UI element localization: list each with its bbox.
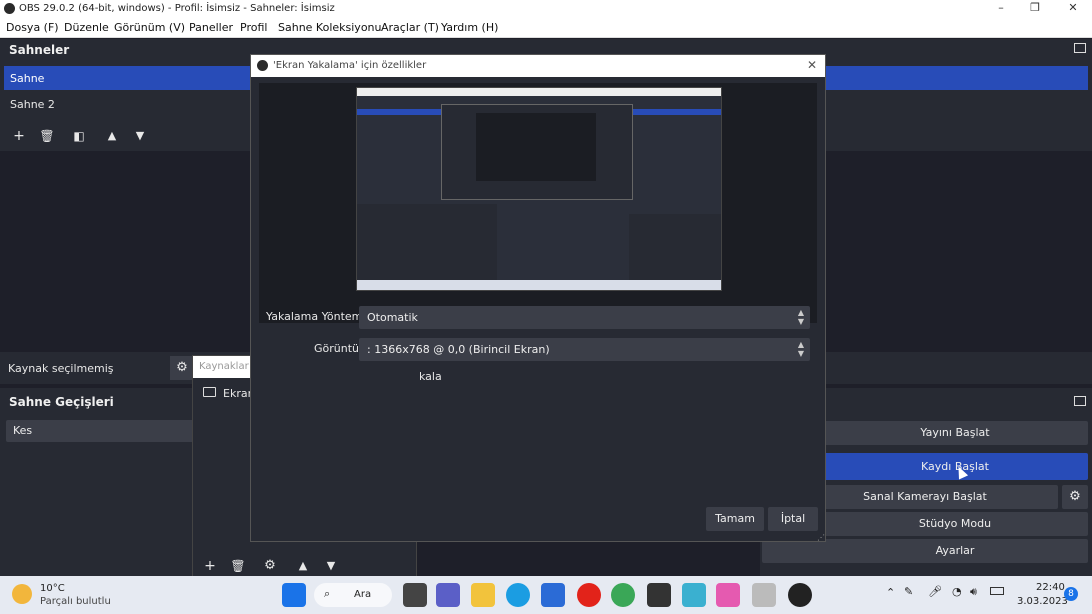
preview-screen (356, 87, 722, 291)
weather-temp[interactable]: 10°C (40, 583, 65, 594)
remove-source-icon[interactable]: 🗑 (225, 556, 251, 576)
edge-icon[interactable] (506, 583, 530, 607)
cancel-button[interactable]: İptal (768, 507, 818, 531)
capture-method-select[interactable]: Otomatik ▲ ▼ (359, 306, 810, 329)
maximize-icon[interactable]: ❐ (1020, 1, 1050, 14)
globe-app-icon[interactable] (682, 583, 706, 607)
store-icon[interactable] (541, 583, 565, 607)
virtual-camera-settings-gear-icon[interactable]: ⚙ (1062, 485, 1088, 509)
capture-cursor-label[interactable]: kala (419, 370, 442, 383)
window-title-bar: OBS 29.0.2 (64-bit, windows) - Profil: İ… (0, 0, 1092, 18)
start-menu-icon[interactable] (282, 583, 306, 607)
display-label: Görüntü (314, 342, 360, 355)
microphone-icon[interactable]: 🎤︎ (928, 585, 942, 598)
settings-label: Ayarlar (935, 544, 975, 557)
studio-mode-label: Stüdyo Modu (918, 517, 992, 530)
obs-logo-icon (4, 3, 15, 14)
tray-chevron-up-icon[interactable]: ⌃ (886, 586, 895, 599)
sources-header: Kaynaklar (199, 361, 249, 372)
window-title: OBS 29.0.2 (64-bit, windows) - Profil: İ… (19, 3, 335, 14)
pen-icon[interactable]: ✎ (904, 585, 913, 598)
scenes-header: Sahneler (9, 43, 70, 57)
source-move-down-icon[interactable]: ▼ (318, 556, 344, 576)
weather-desc[interactable]: Parçalı bulutlu (40, 596, 111, 607)
display-select[interactable]: : 1366x768 @ 0,0 (Birincil Ekran) ▲ ▼ (359, 338, 810, 361)
close-icon[interactable]: ✕ (1058, 1, 1088, 14)
scene-filters-icon[interactable]: ◧ (66, 126, 92, 146)
media-app-icon[interactable] (647, 583, 671, 607)
dialog-close-icon[interactable]: ✕ (807, 58, 817, 72)
preview-taskbar (357, 280, 721, 290)
menu-bar: Dosya (F) Düzenle Görünüm (V) Paneller P… (0, 18, 1092, 38)
search-icon: ⌕ (324, 587, 331, 600)
preview-nested (476, 113, 596, 181)
preview-lower-left (357, 204, 497, 280)
menu-docks[interactable]: Paneller (189, 21, 233, 34)
capture-method-label: Yakalama Yöntemi (266, 310, 366, 323)
transition-value: Kes (13, 424, 33, 437)
display-capture-icon (203, 387, 216, 397)
opera-icon[interactable] (577, 583, 601, 607)
dialog-title: 'Ekran Yakalama' için özellikler (273, 60, 427, 71)
clock-date[interactable]: 3.03.2023 (1017, 596, 1068, 607)
chat-icon[interactable] (436, 583, 460, 607)
clock-time[interactable]: 22:40 (1036, 582, 1065, 593)
minimize-icon[interactable]: – (986, 1, 1016, 14)
task-view-icon[interactable] (403, 583, 427, 607)
scene-item-sahne-2[interactable]: Sahne 2 (4, 92, 250, 116)
notification-badge[interactable]: 8 (1064, 587, 1078, 601)
transitions-header: Sahne Geçişleri (9, 395, 114, 409)
dialog-title-bar: 'Ekran Yakalama' için özellikler ✕ (251, 55, 825, 77)
ok-button[interactable]: Tamam (706, 507, 764, 531)
obs-taskbar-icon[interactable] (788, 583, 812, 607)
wifi-icon[interactable]: ◔ (952, 585, 962, 598)
capture-preview (259, 83, 817, 323)
source-move-up-icon[interactable]: ▲ (290, 556, 316, 576)
volume-icon[interactable]: 🔊︎ (970, 585, 977, 599)
source-properties-icon[interactable]: ⚙ (257, 556, 283, 576)
menu-scene-collection[interactable]: Sahne Koleksiyonu (278, 21, 382, 34)
add-scene-icon[interactable]: + (6, 126, 32, 146)
scene-item-label: Sahne (10, 72, 45, 85)
clock-app-icon[interactable] (752, 583, 776, 607)
menu-view[interactable]: Görünüm (V) (114, 21, 185, 34)
transition-select[interactable]: Kes (6, 420, 194, 442)
menu-edit[interactable]: Düzenle (64, 21, 109, 34)
move-down-icon[interactable]: ▼ (127, 126, 153, 146)
menu-help[interactable]: Yardım (H) (441, 21, 498, 34)
move-up-icon[interactable]: ▲ (99, 126, 125, 146)
chevron-updown-icon: ▲ ▼ (797, 308, 804, 326)
menu-profile[interactable]: Profil (240, 21, 267, 34)
remove-scene-icon[interactable]: 🗑 (34, 126, 60, 146)
weather-icon[interactable] (12, 584, 32, 604)
chevron-updown-icon: ▲ ▼ (797, 340, 804, 358)
no-source-label: Kaynak seçilmemiş (8, 362, 114, 375)
display-value: : 1366x768 @ 0,0 (Birincil Ekran) (367, 343, 550, 356)
properties-dialog: 'Ekran Yakalama' için özellikler ✕ Yakal… (250, 54, 826, 542)
start-vcam-label: Sanal Kamerayı Başlat (863, 490, 987, 503)
source-properties-gear-icon[interactable]: ⚙ (170, 356, 194, 380)
chrome-icon[interactable] (611, 583, 635, 607)
start-stream-label: Yayını Başlat (920, 426, 990, 439)
preview-lower-right (629, 214, 721, 280)
windows-taskbar: 10°C Parçalı bulutlu ⌕ Ara ⌃ ✎ 🎤︎ ◔ 🔊︎ 2… (0, 576, 1092, 614)
preview-dialog (441, 104, 633, 200)
paint-app-icon[interactable] (716, 583, 740, 607)
menu-file[interactable]: Dosya (F) (6, 21, 59, 34)
controls-float-icon[interactable] (1074, 396, 1086, 406)
battery-icon[interactable] (990, 587, 1004, 595)
taskbar-search[interactable]: ⌕ Ara (314, 583, 392, 607)
transitions-dock (0, 388, 192, 576)
preview-menubar (357, 88, 721, 96)
file-explorer-icon[interactable] (471, 583, 495, 607)
capture-method-value: Otomatik (367, 311, 418, 324)
search-label: Ara (354, 589, 372, 600)
add-source-icon[interactable]: + (197, 556, 223, 576)
settings-button[interactable]: Ayarlar (762, 539, 1088, 563)
dock-float-icon[interactable] (1074, 43, 1086, 53)
menu-tools[interactable]: Araçlar (T) (381, 21, 439, 34)
resize-grip-icon[interactable]: ⋰ (817, 533, 825, 542)
scene-item-label: Sahne 2 (10, 98, 55, 111)
obs-logo-icon (257, 60, 268, 71)
